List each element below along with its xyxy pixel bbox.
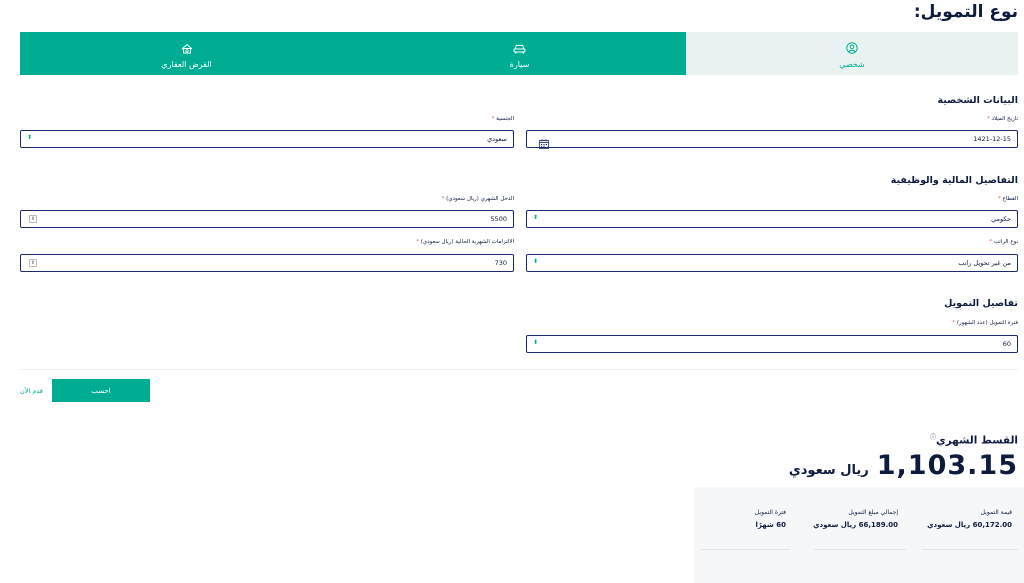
summary-label: فترة التمويل — [754, 509, 786, 516]
salary-type-select[interactable]: ⬍ من غير تحويل راتب — [526, 254, 1018, 272]
house-money-icon — [181, 39, 193, 58]
select-arrows-icon: ⬍ — [27, 134, 33, 141]
financing-period-select[interactable]: ⬍ 60 — [526, 335, 1018, 353]
nationality-label: الجنسية * — [491, 116, 514, 122]
financing-period-label: فترة التمويل (عدد الشهور) * — [952, 320, 1018, 326]
tab-label: سيارة — [509, 59, 530, 69]
summary-label: قيمة التمويل — [980, 509, 1012, 516]
monthly-installment-amount: 1,103.15 ريال سعودي — [789, 450, 1018, 481]
calendar-icon[interactable] — [539, 134, 549, 153]
tab-label: شخصي — [839, 59, 865, 69]
nationality-select[interactable]: ⬍ سعودي — [20, 130, 514, 148]
financing-summary: قيمة التمويل 60,172.00 ريال سعودي إجمالي… — [694, 487, 1024, 583]
installment-value: 1,103.15 — [876, 450, 1018, 481]
birth-date-value: 1421-12-15 — [973, 135, 1011, 143]
stepper-icon[interactable]: ⬍ — [29, 215, 37, 223]
calculate-button[interactable]: احسب — [52, 379, 150, 402]
financing-type-tabs: القرض العقاري سيارة شخصي — [20, 32, 1018, 75]
summary-label: إجمالي مبلغ التمويل — [848, 509, 898, 516]
select-arrows-icon: ⬍ — [533, 214, 539, 221]
financial-details-title: التفاصيل المالية والوظيفية — [890, 175, 1018, 186]
birth-date-label: تاريخ الميلاد * — [987, 116, 1018, 122]
nationality-value: سعودي — [487, 135, 507, 143]
person-icon — [846, 39, 858, 58]
car-icon — [513, 39, 526, 58]
obligations-value: 730 — [494, 259, 507, 267]
monthly-income-field[interactable]: ⬍ 5500 — [20, 210, 514, 228]
installment-currency: ريال سعودي — [788, 463, 869, 478]
summary-value: 60,172.00 ريال سعودي — [927, 521, 1012, 529]
select-arrows-icon: ⬍ — [533, 258, 539, 265]
tab-label: القرض العقاري — [161, 59, 212, 69]
monthly-installment-title: القسط الشهريⓘ — [929, 434, 1018, 447]
stepper-icon[interactable]: ⬍ — [29, 259, 37, 267]
divider — [20, 369, 1018, 370]
summary-value: 60 شهرًا — [755, 521, 786, 529]
divider — [814, 549, 906, 550]
tab-car[interactable]: سيارة — [353, 32, 686, 75]
financing-details-title: تفاصيل التمويل — [944, 298, 1018, 309]
tab-personal[interactable]: شخصي — [686, 32, 1018, 75]
salary-type-label: نوع الراتب * — [989, 239, 1018, 245]
page-title: نوع التمويل: — [913, 2, 1018, 22]
financing-period-value: 60 — [1002, 340, 1011, 348]
summary-value: 66,189.00 ريال سعودي — [813, 521, 898, 529]
sector-value: حكومي — [991, 215, 1011, 223]
summary-item: إجمالي مبلغ التمويل 66,189.00 ريال سعودي — [813, 509, 898, 529]
obligations-field[interactable]: ⬍ 730 — [20, 254, 514, 272]
birth-date-field[interactable]: 1421-12-15 — [526, 130, 1018, 149]
divider — [922, 549, 1018, 550]
salary-type-value: من غير تحويل راتب — [958, 259, 1011, 267]
personal-data-title: البيانات الشخصية — [937, 95, 1018, 106]
monthly-income-label: الدخل الشهري (ريال سعودي) * — [441, 196, 514, 202]
sector-label: القطاع * — [998, 196, 1018, 202]
summary-item: قيمة التمويل 60,172.00 ريال سعودي — [927, 509, 1012, 529]
apply-now-link[interactable]: قدم الآن — [20, 387, 43, 395]
summary-item: فترة التمويل 60 شهرًا — [755, 509, 786, 529]
sector-select[interactable]: ⬍ حكومي — [526, 210, 1018, 228]
obligations-label: الالتزامات الشهرية الحالية (ريال سعودي) … — [416, 239, 514, 245]
select-arrows-icon: ⬍ — [533, 339, 539, 346]
divider — [700, 549, 790, 550]
tab-real-estate-loan[interactable]: القرض العقاري — [20, 32, 353, 75]
monthly-income-value: 5500 — [490, 215, 507, 223]
